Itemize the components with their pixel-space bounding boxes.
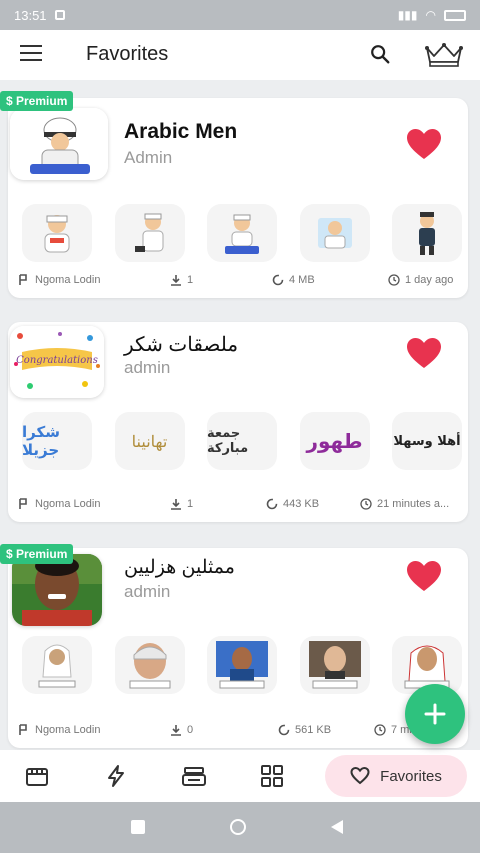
system-nav-bar xyxy=(0,802,480,853)
clock-icon xyxy=(360,498,372,510)
sticker-text: طهور xyxy=(306,429,363,453)
sticker-pack-card[interactable]: $ Premium ممثلين هزليين admin Ngoma Lodi… xyxy=(0,544,468,748)
status-bar: 13:51 ▮▮▮ ◠ xyxy=(0,0,480,30)
pack-size: 443 KB xyxy=(283,498,320,510)
store-icon[interactable] xyxy=(24,764,50,788)
crown-icon[interactable] xyxy=(423,40,465,68)
sticker-preview-row: شكرا جزيلا تهانينا جمعة مباركة طهور أهلا… xyxy=(22,412,462,470)
download-icon xyxy=(171,725,181,736)
favorite-heart-icon[interactable] xyxy=(406,337,442,369)
clock-icon xyxy=(374,724,386,736)
menu-icon[interactable] xyxy=(20,45,42,61)
sticker-preview[interactable] xyxy=(207,204,277,262)
sticker-preview[interactable] xyxy=(114,636,185,694)
grid-icon[interactable] xyxy=(259,764,285,788)
clock-icon xyxy=(388,274,400,286)
sticker-text: تهانينا xyxy=(131,431,168,451)
lightning-icon[interactable] xyxy=(103,764,129,788)
sticker-preview-row xyxy=(22,204,462,262)
sticker-text: شكرا جزيلا xyxy=(22,423,60,459)
pack-meta-row: Ngoma Lodin 1 443 KB 21 minutes a... xyxy=(8,488,468,522)
sticker-preview[interactable] xyxy=(392,204,462,262)
back-icon[interactable] xyxy=(330,819,344,835)
catalog-icon[interactable] xyxy=(181,764,207,788)
nav-favorites-tab[interactable]: Favorites xyxy=(325,755,467,797)
pack-thumbnail[interactable]: Congratulations xyxy=(10,326,104,398)
notification-icon xyxy=(54,10,65,20)
arabic-man-thumb-image xyxy=(10,108,108,180)
download-count: 1 xyxy=(187,498,194,510)
comedian-thumb-image xyxy=(12,554,102,626)
pack-creator: Ngoma Lodin xyxy=(35,498,101,510)
sticker-preview[interactable] xyxy=(299,204,370,262)
sticker-preview[interactable]: شكرا جزيلا xyxy=(22,412,92,470)
sticker-preview[interactable]: أهلا وسهلا xyxy=(392,412,462,470)
sticker-preview-row xyxy=(22,636,462,694)
favorite-heart-icon[interactable] xyxy=(406,560,442,592)
creator-icon xyxy=(19,498,27,509)
pack-thumbnail[interactable] xyxy=(10,108,108,180)
pack-creator: Ngoma Lodin xyxy=(35,274,101,286)
pack-meta-row: Ngoma Lodin 0 561 KB 7 minutes ago xyxy=(8,714,468,748)
download-icon xyxy=(171,499,181,510)
recents-icon[interactable] xyxy=(131,820,145,834)
bottom-nav: Favorites xyxy=(0,750,480,802)
signal-icon: ▮▮▮ xyxy=(397,8,418,22)
favorite-heart-icon[interactable] xyxy=(406,128,442,160)
pack-size: 4 MB xyxy=(289,274,315,286)
status-time: 13:51 xyxy=(14,7,47,23)
sticker-preview[interactable] xyxy=(22,204,92,262)
app-bar: Favorites xyxy=(0,30,480,80)
download-icon xyxy=(171,275,181,286)
nav-favorites-label: Favorites xyxy=(380,767,442,785)
download-count: 0 xyxy=(187,724,194,736)
pack-size: 561 KB xyxy=(295,724,332,736)
pack-name: Arabic Men xyxy=(124,120,238,143)
sticker-pack-card[interactable]: $ Premium Arabic Men Admin Ngoma Lodin 1… xyxy=(0,91,468,298)
premium-badge: $ Premium xyxy=(0,544,74,564)
creator-icon xyxy=(19,274,27,285)
creator-icon xyxy=(19,724,27,735)
page-title: Favorites xyxy=(86,43,169,65)
congratulations-thumb-image: Congratulations xyxy=(10,326,104,398)
plus-icon xyxy=(424,703,446,725)
sticker-text: جمعة مباركة xyxy=(207,426,249,456)
sticker-preview[interactable]: جمعة مباركة xyxy=(207,412,277,470)
sticker-pack-card[interactable]: Congratulations ملصقات شكر admin شكرا جز… xyxy=(8,322,468,522)
search-icon[interactable] xyxy=(369,43,391,65)
sticker-preview[interactable] xyxy=(114,204,185,262)
sticker-preview[interactable] xyxy=(22,636,92,694)
pack-name: ممثلين هزليين xyxy=(124,557,235,578)
heart-outline-icon xyxy=(350,767,370,785)
pack-name: ملصقات شكر xyxy=(124,334,239,356)
pack-author: admin xyxy=(124,358,171,377)
download-count: 1 xyxy=(187,274,194,286)
size-icon xyxy=(266,498,278,510)
sticker-preview[interactable]: تهانينا xyxy=(114,412,185,470)
sticker-preview[interactable]: طهور xyxy=(299,412,370,470)
favorites-list[interactable]: $ Premium Arabic Men Admin Ngoma Lodin 1… xyxy=(0,80,480,750)
home-icon[interactable] xyxy=(230,819,246,835)
pack-meta-row: Ngoma Lodin 1 4 MB 1 day ago xyxy=(8,264,468,298)
pack-thumbnail[interactable] xyxy=(12,554,102,626)
add-pack-button[interactable] xyxy=(405,684,465,744)
pack-time: 21 minutes a... xyxy=(377,498,450,510)
pack-author: Admin xyxy=(124,148,173,167)
pack-time: 1 day ago xyxy=(405,274,454,286)
size-icon xyxy=(272,274,284,286)
battery-icon xyxy=(444,9,466,21)
size-icon xyxy=(278,724,290,736)
sticker-preview[interactable] xyxy=(207,636,277,694)
premium-badge: $ Premium xyxy=(0,91,74,111)
pack-author: admin xyxy=(124,582,171,601)
thumb-text: Congratulations xyxy=(16,355,98,366)
wifi-icon: ◠ xyxy=(425,8,436,22)
sticker-text: أهلا وسهلا xyxy=(393,433,461,449)
pack-creator: Ngoma Lodin xyxy=(35,724,101,736)
sticker-preview[interactable] xyxy=(299,636,370,694)
